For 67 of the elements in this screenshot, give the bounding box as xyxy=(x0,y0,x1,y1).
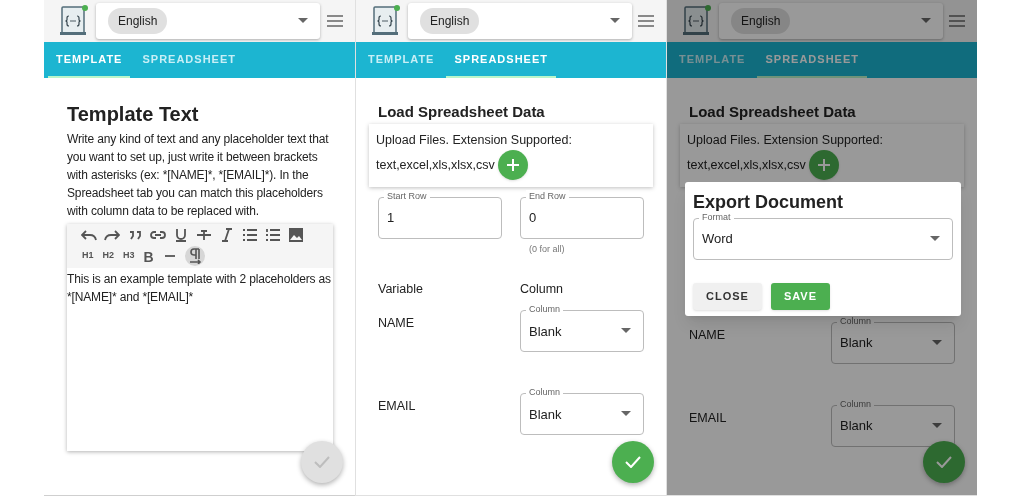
input-value: 1 xyxy=(387,209,395,228)
variable-name: EMAIL xyxy=(689,410,728,427)
select-value: Blank xyxy=(840,417,874,436)
select-value: Blank xyxy=(840,334,874,353)
variable-name: EMAIL xyxy=(378,398,417,416)
format-button[interactable]: H3 xyxy=(122,247,136,265)
language-chip: English xyxy=(731,8,791,34)
logo-icon xyxy=(59,5,89,37)
dialog-button[interactable]: CLOSE xyxy=(693,283,762,310)
field-label: End Row xyxy=(526,190,569,202)
select-value: Word xyxy=(702,230,734,249)
logo-icon xyxy=(371,5,401,37)
numbered-list-icon[interactable] xyxy=(265,226,281,244)
language-chip: English xyxy=(420,8,480,34)
caret-icon xyxy=(610,18,620,24)
caret-icon xyxy=(298,18,308,24)
column-header: Column xyxy=(520,280,564,298)
bullet-list-icon[interactable] xyxy=(242,226,258,244)
logo-icon xyxy=(682,5,712,37)
section-title: Load Spreadsheet Data xyxy=(378,103,546,121)
add-file-button[interactable] xyxy=(497,150,528,180)
paragraph-marks-icon[interactable] xyxy=(184,246,205,266)
format-button[interactable]: H1 xyxy=(81,247,95,265)
caret-icon xyxy=(621,411,631,418)
section-title: Load Spreadsheet Data xyxy=(689,103,857,121)
text-editor[interactable]: H1 H2 H3 B This is an example template with 2 placeholders as *[NAME]* and *[EMAIL]* xyxy=(67,224,333,451)
language-chip: English xyxy=(108,8,168,34)
section-title: Template Text xyxy=(67,102,200,126)
language-select[interactable]: English xyxy=(719,3,943,39)
language-select[interactable]: English xyxy=(408,3,632,39)
plus-icon xyxy=(506,159,519,171)
menu-icon[interactable] xyxy=(327,15,343,27)
plus-icon xyxy=(817,159,830,171)
select-value: Blank xyxy=(529,405,563,424)
check-icon xyxy=(625,456,641,468)
extensions-text: text,excel,xls,xlsx,csv xyxy=(376,156,495,174)
caret-icon xyxy=(932,423,942,429)
upload-label: Upload Files. Extension Supported: xyxy=(687,132,884,148)
language-select[interactable]: English xyxy=(96,3,320,39)
caret-icon xyxy=(930,236,940,242)
italic-icon[interactable] xyxy=(219,226,235,244)
field-label: Column xyxy=(837,398,874,410)
dialog-title: Export Document xyxy=(693,191,844,213)
variable-name: NAME xyxy=(689,327,727,344)
field-label: Format xyxy=(699,211,734,223)
menu-icon[interactable] xyxy=(638,15,654,27)
editor-text: This is an example template with 2 placeholders as *[NAME]* and *[EMAIL]* xyxy=(67,271,332,306)
column-header: Variable xyxy=(378,280,424,298)
select-value: Blank xyxy=(529,322,563,341)
upload-label: Upload Files. Extension Supported: xyxy=(376,132,573,148)
input-value: 0 xyxy=(529,209,537,228)
field-label: Start Row xyxy=(384,190,430,202)
format-button[interactable]: H2 xyxy=(101,247,116,265)
description-text: Write any kind of text and any placeholder text that you want to set up, just write it between brackets with asterisks (ex: *[NAME]*, *[EMAIL]*). In the Spreadsheet tab you can match this placeholders with column data to be replaced with. xyxy=(67,131,330,220)
caret-icon xyxy=(621,328,631,335)
caret-icon xyxy=(921,18,931,24)
helper-text: (0 for all) xyxy=(529,243,566,256)
format-button[interactable]: B xyxy=(142,247,155,265)
caret-icon xyxy=(932,340,942,346)
variable-name: NAME xyxy=(378,315,416,333)
extensions-text: text,excel,xls,xlsx,csv xyxy=(687,156,806,174)
image-icon[interactable] xyxy=(288,226,304,244)
menu-icon[interactable] xyxy=(949,15,965,27)
check-icon xyxy=(314,456,330,468)
underline-icon[interactable] xyxy=(173,226,189,244)
submit-button[interactable] xyxy=(612,441,654,483)
check-icon xyxy=(936,456,952,468)
